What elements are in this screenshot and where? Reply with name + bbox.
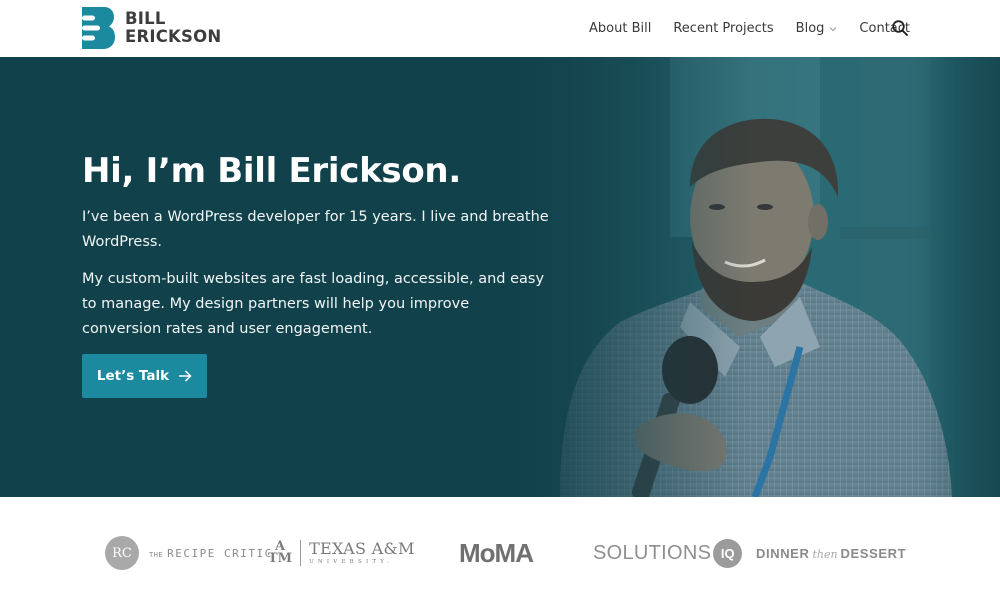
moma-text: MoMA bbox=[459, 537, 534, 568]
solutions-iq-badge: IQ bbox=[713, 538, 743, 568]
nav-item-recent-projects[interactable]: Recent Projects bbox=[673, 21, 773, 36]
recipe-critic-prefix: THE bbox=[149, 550, 164, 559]
hero-section: Hi, I’m Bill Erickson. I’ve been a WordP… bbox=[0, 57, 1000, 497]
logo-text: BILL ERICKSON bbox=[125, 10, 221, 46]
texas-am-title: TEXAS A&M bbox=[309, 539, 415, 558]
client-logo-recipe-critic: RC THE RECIPE CRITIC bbox=[105, 533, 273, 573]
lets-talk-button[interactable]: Let’s Talk bbox=[82, 354, 207, 398]
logo-line-2: ERICKSON bbox=[125, 27, 222, 46]
recipe-critic-text: THE RECIPE CRITIC bbox=[149, 547, 273, 560]
lets-talk-label: Let’s Talk bbox=[96, 368, 170, 384]
hero-intro: I’ve been a WordPress developer for 15 y… bbox=[82, 209, 549, 250]
texas-am-divider bbox=[300, 540, 302, 566]
client-logo-texas-am: A TM TEXAS A&M UNIVERSITY. bbox=[268, 533, 415, 573]
texas-am-mark-bottom: TM bbox=[268, 551, 293, 566]
texas-am-subtitle: UNIVERSITY. bbox=[309, 559, 394, 565]
nav-label: Blog bbox=[795, 21, 825, 36]
then-word: then bbox=[812, 547, 838, 561]
texas-am-name: TEXAS A&M UNIVERSITY. bbox=[309, 539, 415, 566]
hero-title: Hi, I’m Bill Erickson. bbox=[82, 151, 461, 191]
client-logo-moma: MoMA bbox=[459, 533, 534, 573]
logo-mark-icon bbox=[82, 7, 115, 49]
dinner-word: DINNER bbox=[756, 545, 810, 561]
dinner-then-dessert-text: DINNER then DESSERT bbox=[756, 546, 906, 561]
recipe-critic-mark: RC bbox=[105, 536, 139, 570]
logo-line-1: BILL bbox=[125, 9, 166, 28]
arrow-right-icon bbox=[179, 370, 192, 382]
hero-content: Hi, I’m Bill Erickson. I’ve been a WordP… bbox=[82, 149, 552, 342]
nav-item-blog[interactable]: Blog bbox=[796, 21, 838, 36]
nav-item-about-bill[interactable]: About Bill bbox=[589, 21, 651, 36]
main-nav: About Bill Recent Projects Blog Contact bbox=[589, 0, 910, 57]
dessert-word: DESSERT bbox=[840, 545, 907, 561]
texas-am-mark: A TM bbox=[268, 540, 293, 566]
client-logo-dinner-then-dessert: DINNER then DESSERT bbox=[756, 533, 906, 573]
site-header: BILL ERICKSON About Bill Recent Projects… bbox=[0, 0, 1000, 57]
client-logos: RC THE RECIPE CRITIC A TM TEXAS A&M UNIVE… bbox=[0, 497, 1000, 604]
recipe-critic-name: RECIPE CRITIC bbox=[167, 546, 273, 560]
search-icon[interactable] bbox=[891, 19, 909, 37]
solutions-iq-text: SOLUTIONS bbox=[593, 541, 712, 564]
hero-description: My custom-built websites are fast loadin… bbox=[82, 271, 545, 337]
client-logo-solutions-iq: SOLUTIONS IQ bbox=[593, 533, 743, 573]
nav-label: About Bill bbox=[589, 21, 652, 36]
site-logo[interactable]: BILL ERICKSON bbox=[82, 7, 221, 49]
chevron-down-icon bbox=[830, 26, 837, 31]
nav-label: Recent Projects bbox=[673, 21, 774, 36]
